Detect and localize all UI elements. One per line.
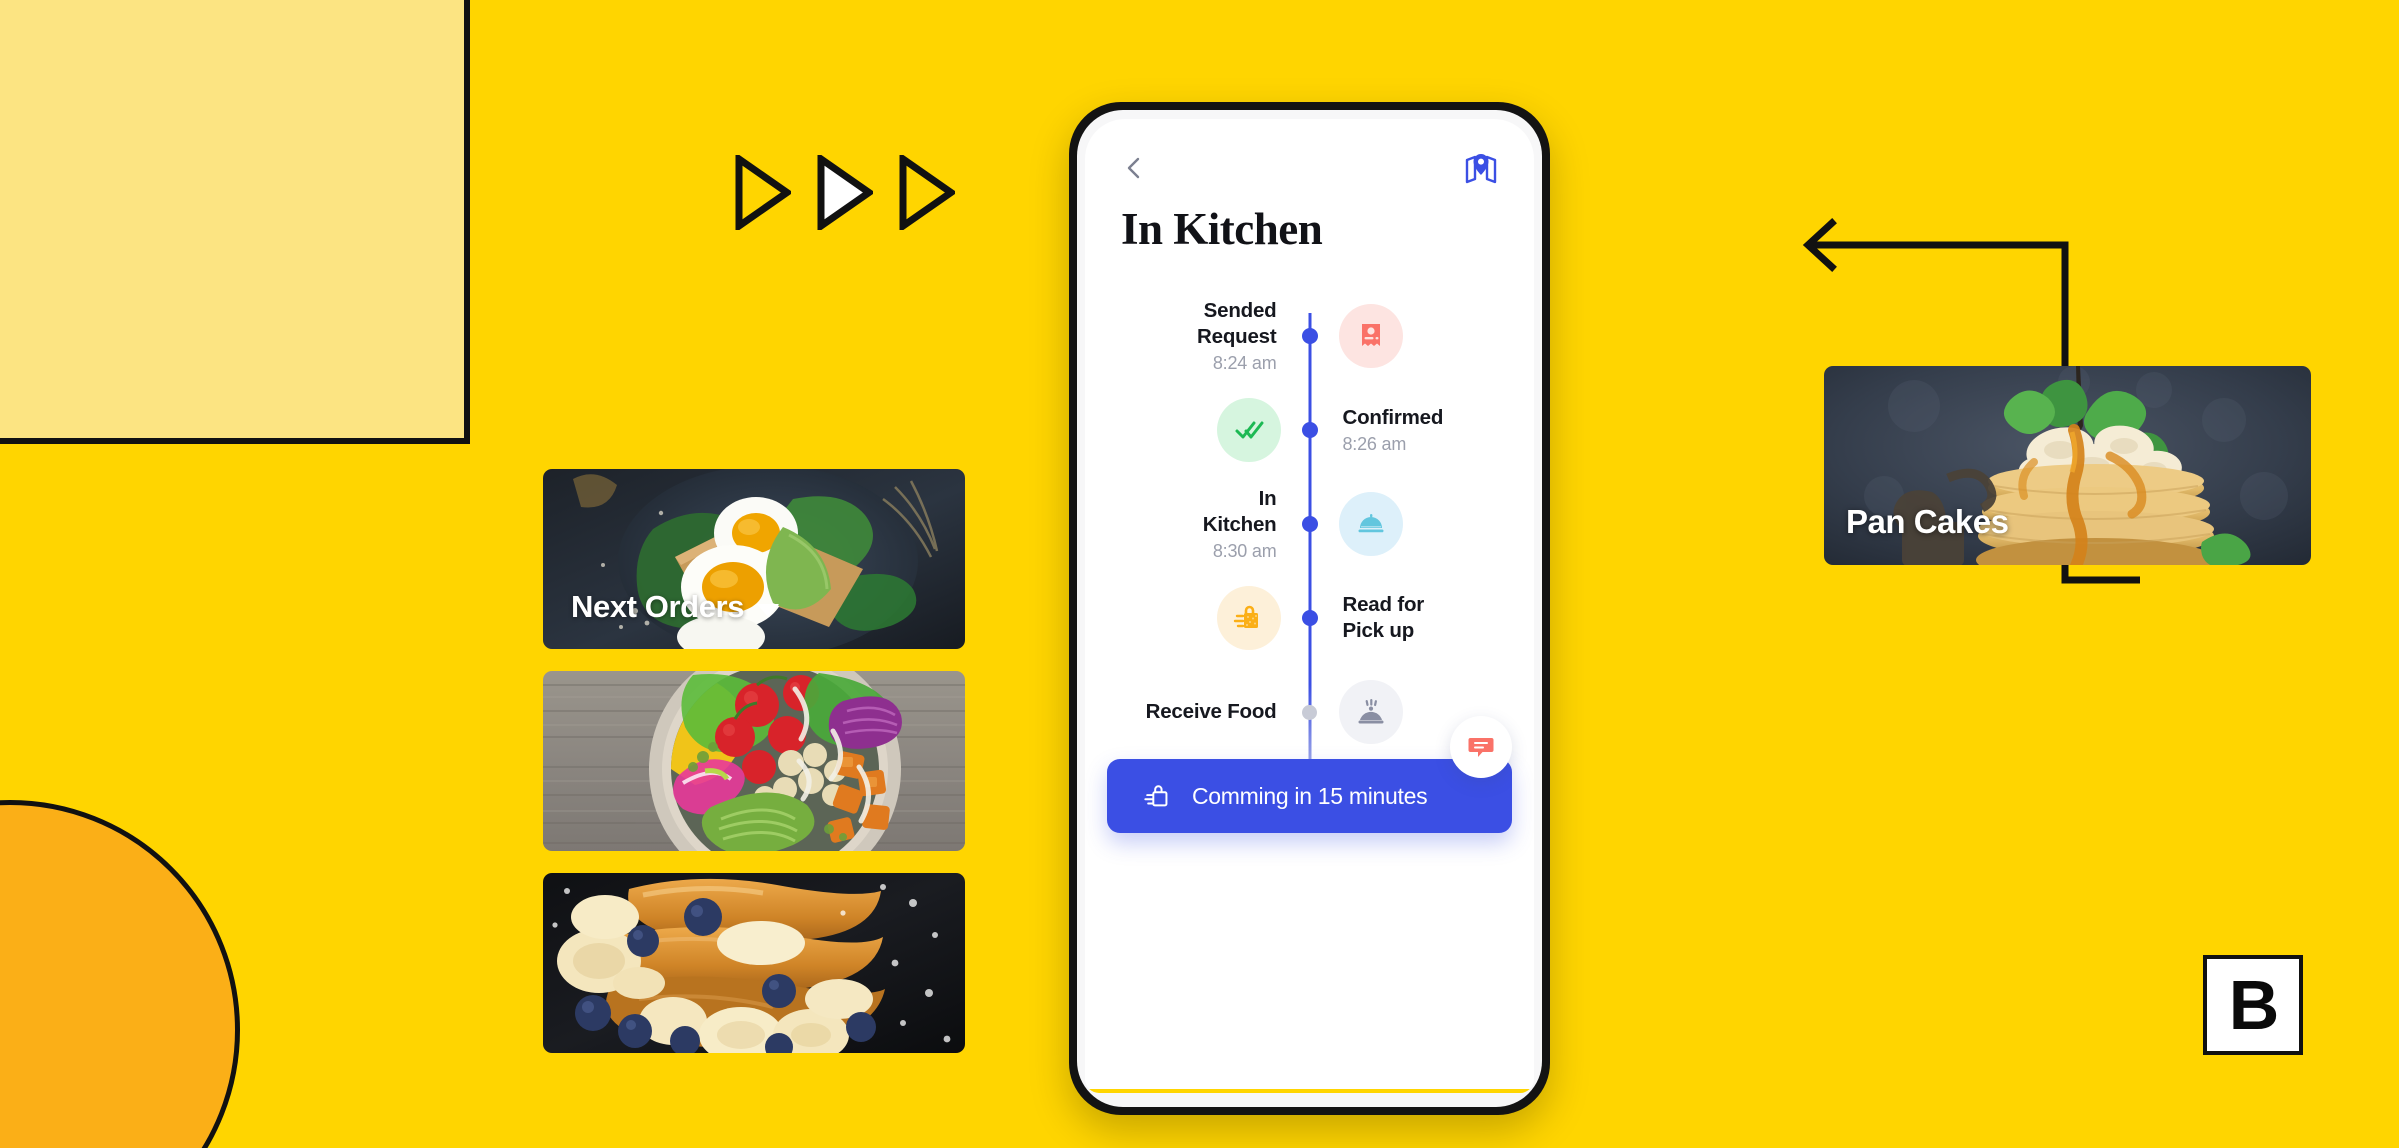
page-title: In Kitchen: [1121, 204, 1323, 254]
serving-dome-icon: [1358, 699, 1383, 724]
timeline-step-time: 8:30 am: [1212, 541, 1277, 562]
chevron-down-icon[interactable]: [757, 603, 780, 617]
play-triangle-outline-icon-2: [899, 155, 955, 230]
buddha-bowl-salad-image: [543, 671, 965, 851]
phone-mockup: In Kitchen Sended Request 8:24 am Confir…: [1069, 102, 1550, 1115]
timeline-icon-bubble: [1338, 304, 1403, 368]
french-toast-banana-blueberry-image: [543, 873, 965, 1053]
timeline-step-confirmed[interactable]: Confirmed 8:26 am: [1109, 383, 1510, 477]
food-cloche-icon: [1358, 514, 1383, 533]
timeline-dot-cell: [1295, 328, 1325, 344]
timeline-step-label-line1: Receive Food: [1145, 699, 1277, 723]
map-button[interactable]: [1464, 151, 1498, 185]
chat-bubble-icon: [1468, 738, 1494, 757]
timeline-step-text: Sended Request 8:24 am: [1109, 298, 1295, 374]
timeline-step-time: 8:26 am: [1342, 434, 1407, 455]
timeline-step-label-line1: In: [1258, 486, 1277, 510]
screen-bottom-accent: [1085, 1089, 1534, 1093]
play-triangle-group: [735, 155, 955, 230]
food-card-next-orders[interactable]: Next Orders: [543, 469, 965, 649]
chat-fab-button[interactable]: [1450, 716, 1512, 778]
timeline-icon-cell: [1325, 304, 1511, 368]
food-card-stack: Next Orders: [543, 469, 965, 1053]
timeline-step-text: Receive Food: [1109, 699, 1295, 725]
timeline-dot-cell: [1295, 516, 1325, 532]
pancake-card[interactable]: Pan Cakes: [1824, 366, 2311, 565]
map-pin-icon: [1465, 154, 1497, 184]
timeline-step-label-line1: Read for: [1342, 592, 1425, 616]
timeline-icon-cell: [1325, 492, 1511, 556]
timeline-step-text: Confirmed 8:26 am: [1325, 405, 1511, 455]
timeline-icon-cell: [1109, 586, 1295, 650]
timeline-icon-bubble: [1338, 492, 1403, 556]
brand-logo-letter: B: [2228, 966, 2280, 1044]
timeline-step-sended-request[interactable]: Sended Request 8:24 am: [1109, 289, 1510, 383]
timeline-dot: [1301, 516, 1318, 532]
food-card-salad[interactable]: [543, 671, 965, 851]
order-status-timeline: Sended Request 8:24 am Confirmed 8:26 am…: [1085, 289, 1534, 813]
timeline-step-time: 8:24 am: [1212, 353, 1277, 374]
timeline-step-in-kitchen[interactable]: In Kitchen 8:30 am: [1109, 477, 1510, 571]
pancake-card-title: Pan Cakes: [1846, 503, 2009, 540]
timeline-step-label-line2: Pick up: [1342, 619, 1415, 642]
timeline-icon-bubble: [1338, 680, 1403, 744]
timeline-step-ready-for-pickup[interactable]: Read for Pick up: [1109, 571, 1510, 665]
cta-button[interactable]: Comming in 15 minutes: [1107, 759, 1512, 833]
chevron-left-icon: [1127, 157, 1140, 179]
timeline-dot: [1301, 610, 1318, 626]
decorative-circle-bottom-left: [0, 800, 240, 1148]
play-triangle-filled-icon: [817, 155, 873, 230]
timeline-dot-cell: [1295, 422, 1325, 438]
back-button[interactable]: [1121, 155, 1147, 181]
delivery-bag-icon: [1233, 605, 1258, 628]
food-card-title: Next Orders: [571, 589, 745, 624]
timeline-step-text: In Kitchen 8:30 am: [1109, 486, 1295, 562]
app-screen: In Kitchen Sended Request 8:24 am Confir…: [1085, 119, 1534, 1093]
timeline-dot: [1302, 704, 1317, 720]
receipt-icon: [1361, 324, 1380, 346]
cta-button-label: Comming in 15 minutes: [1192, 782, 1428, 809]
timeline-dot: [1301, 328, 1318, 344]
app-bar: [1085, 119, 1534, 185]
timeline-icon-bubble: [1216, 586, 1281, 650]
phone-inner-frame: In Kitchen Sended Request 8:24 am Confir…: [1077, 110, 1542, 1107]
food-card-french-toast[interactable]: [543, 873, 965, 1053]
timeline-step-label-line2: Kitchen: [1202, 513, 1277, 536]
timeline-icon-cell: [1109, 398, 1295, 462]
timeline-step-text: Read for Pick up: [1325, 592, 1511, 644]
timeline-step-label-line1: Sended: [1203, 298, 1277, 322]
timeline-dot-cell: [1295, 610, 1325, 626]
timeline-dot-cell: [1295, 704, 1325, 720]
timeline-dot: [1301, 422, 1318, 438]
timeline-icon-bubble: [1216, 398, 1281, 462]
timeline-step-label-line2: Request: [1197, 325, 1277, 348]
bottom-action-area: Comming in 15 minutes: [1107, 716, 1512, 833]
timeline-step-label-line1: Confirmed: [1342, 405, 1444, 429]
food-card-label: Next Orders: [571, 589, 780, 625]
delivery-bag-outline-icon: [1144, 785, 1168, 807]
decorative-rectangle-top-left: [0, 0, 470, 444]
double-check-icon: [1235, 421, 1263, 439]
brand-logo: B: [2203, 955, 2303, 1055]
play-triangle-outline-icon: [735, 155, 791, 230]
